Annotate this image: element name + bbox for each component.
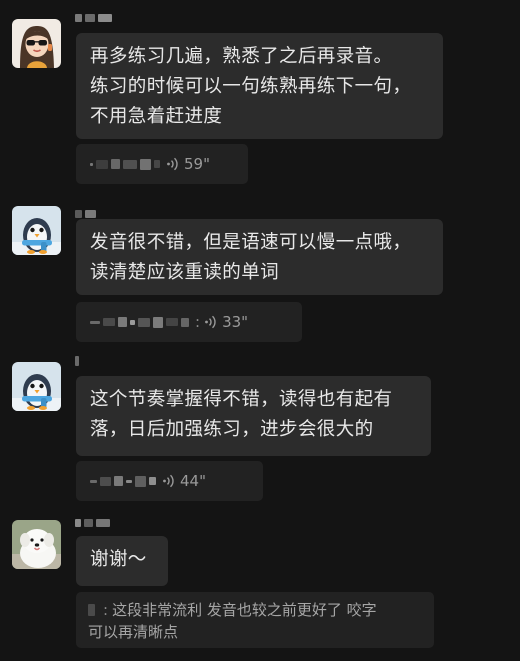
nickname-mosaic	[75, 518, 110, 528]
sender-mosaic	[88, 604, 95, 616]
avatar[interactable]	[12, 520, 61, 569]
text-quote[interactable]: : 这段非常流利 发音也较之前更好了 咬字 可以再清晰点	[76, 592, 434, 648]
quote-separator: :	[103, 601, 109, 619]
message-bubble[interactable]: 谢谢～	[76, 536, 168, 586]
chat-message: 谢谢～ : 这段非常流利 发音也较之前更好了 咬字 可以再清晰点	[0, 0, 520, 661]
quoted-text: 这段非常流利 发音也较之前更好了 咬字 可以再清晰点	[88, 601, 377, 641]
white-dog-avatar-icon	[12, 520, 61, 569]
